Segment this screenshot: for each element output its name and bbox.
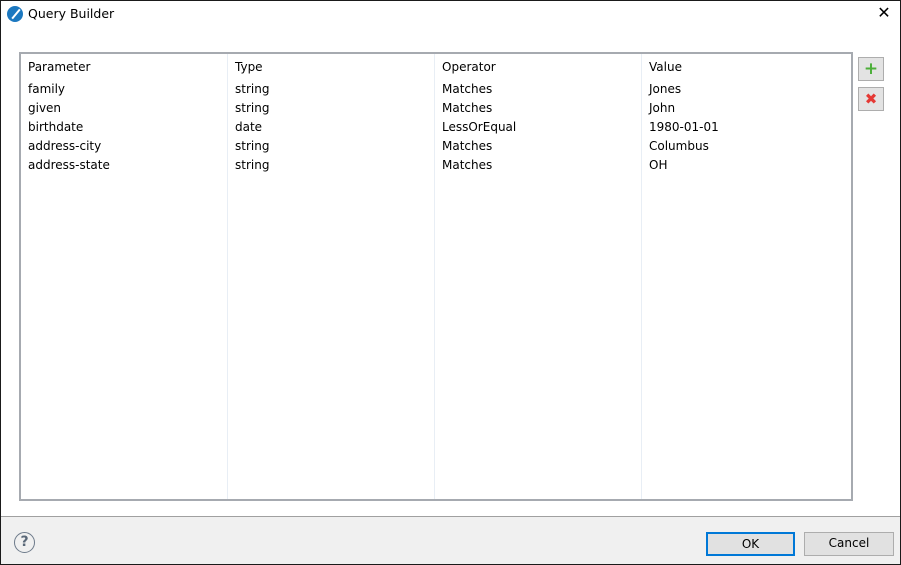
plus-icon: + — [863, 59, 879, 79]
app-logo-icon — [7, 6, 23, 22]
query-builder-dialog: Query Builder ✕ Parameter Type Operator Val… — [0, 0, 901, 565]
table-cell[interactable]: date — [235, 120, 262, 134]
table-cell[interactable]: Matches — [442, 139, 492, 153]
delete-icon: ✖ — [864, 90, 878, 108]
dialog-title: Query Builder — [28, 6, 115, 21]
close-icon[interactable]: ✕ — [874, 3, 894, 22]
column-header[interactable]: Type — [235, 60, 263, 74]
table-cell[interactable]: Columbus — [649, 139, 709, 153]
column-header[interactable]: Value — [649, 60, 682, 74]
add-row-button[interactable]: + — [858, 57, 884, 81]
table-cell[interactable]: Matches — [442, 82, 492, 96]
cancel-button[interactable]: Cancel — [804, 532, 894, 556]
table-cell[interactable]: family — [28, 82, 65, 96]
table-cell[interactable]: Matches — [442, 101, 492, 115]
table-cell[interactable]: John — [649, 101, 675, 115]
table-cell[interactable]: address-city — [28, 139, 101, 153]
table-cell[interactable]: OH — [649, 158, 667, 172]
help-icon[interactable]: ? — [14, 532, 35, 553]
parameter-table[interactable]: Parameter Type Operator Value family string Ma… — [19, 52, 853, 501]
column-header[interactable]: Parameter — [28, 60, 90, 74]
table-cell[interactable]: given — [28, 101, 61, 115]
table-cell[interactable]: 1980-01-01 — [649, 120, 719, 134]
column-header[interactable]: Operator — [442, 60, 496, 74]
table-cell[interactable]: string — [235, 82, 269, 96]
dialog-footer: ? OK Cancel — [1, 516, 900, 564]
ok-button[interactable]: OK — [706, 532, 795, 556]
table-cell[interactable]: Jones — [649, 82, 681, 96]
title-bar: Query Builder ✕ — [1, 1, 900, 27]
table-cell[interactable]: Matches — [442, 158, 492, 172]
remove-row-button[interactable]: ✖ — [858, 87, 884, 111]
table-cell[interactable]: string — [235, 158, 269, 172]
table-cell[interactable]: birthdate — [28, 120, 83, 134]
table-cell[interactable]: address-state — [28, 158, 110, 172]
table-cell[interactable]: string — [235, 139, 269, 153]
table-cell[interactable]: string — [235, 101, 269, 115]
table-cell[interactable]: LessOrEqual — [442, 120, 516, 134]
